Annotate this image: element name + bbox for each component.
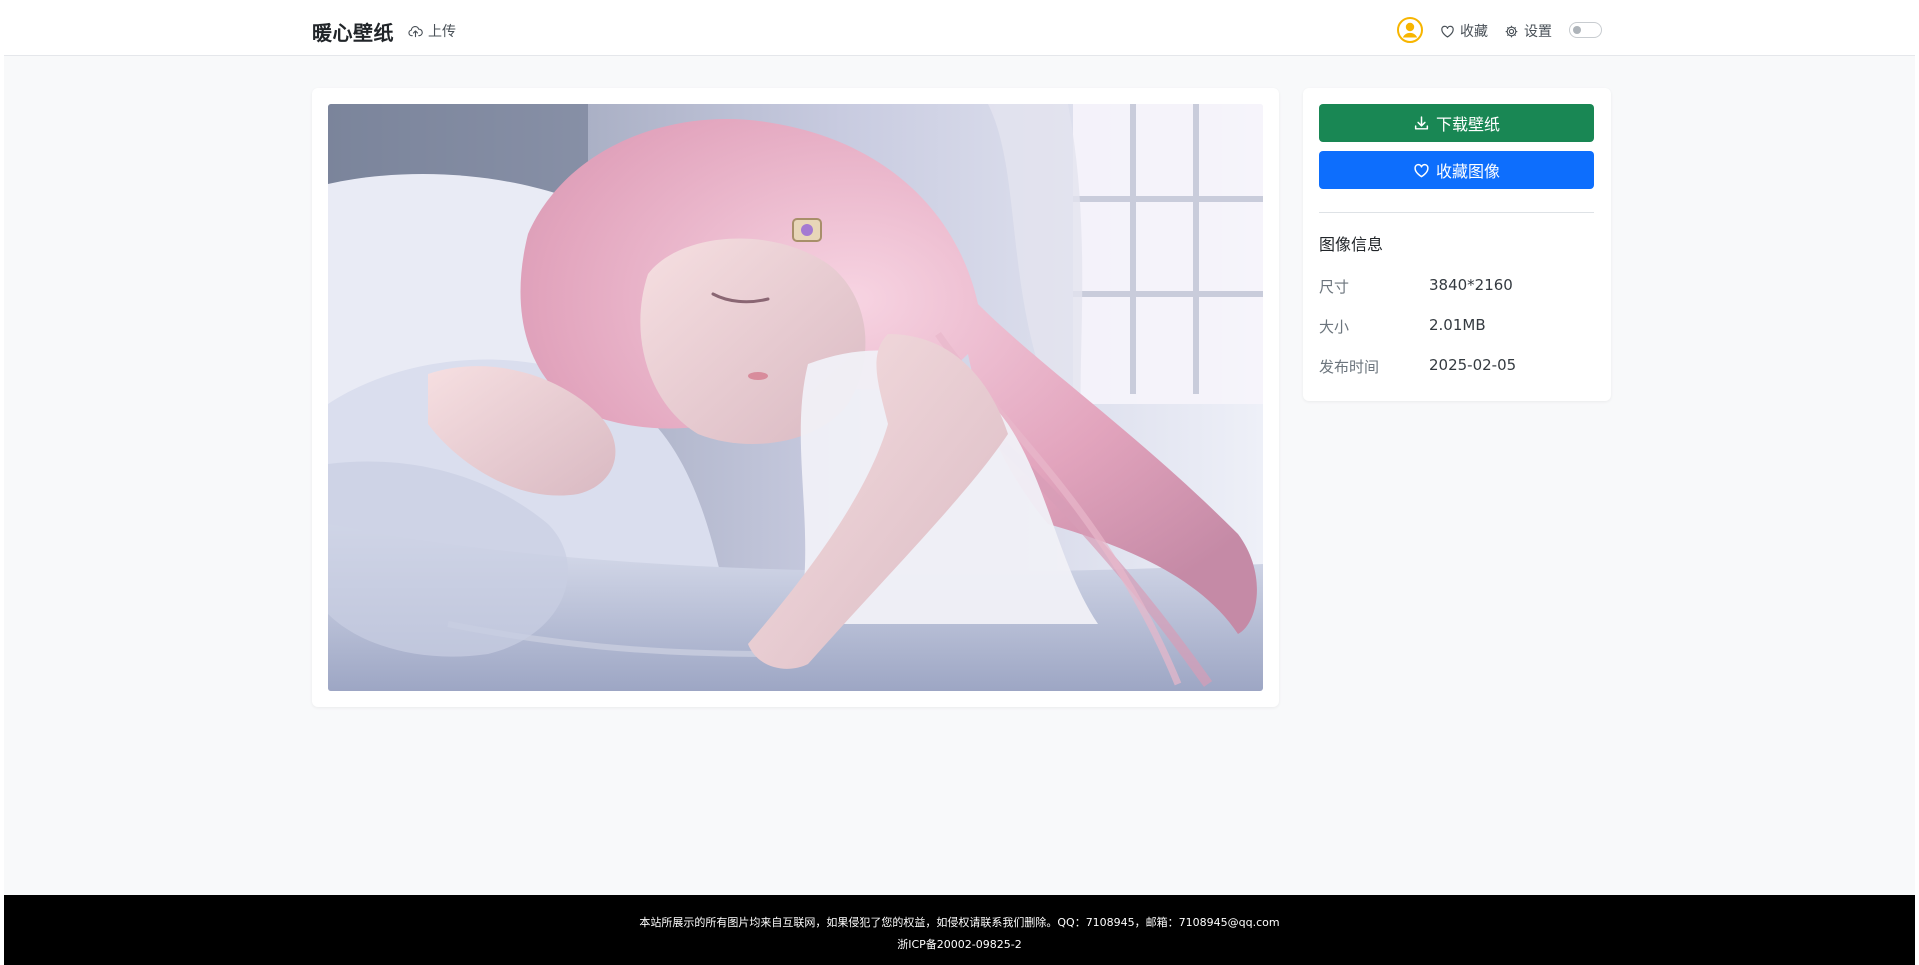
download-icon <box>1414 115 1429 130</box>
settings-label: 设置 <box>1524 24 1552 40</box>
page: 暖心壁纸 上传 收藏 设置 下载壁纸 收藏图像 图像信息 尺寸 3840*216… <box>4 3 1915 965</box>
info-row-dimensions: 尺寸 3840*2160 <box>1319 276 1594 298</box>
info-value: 3840*2160 <box>1429 276 1513 294</box>
upload-link[interactable]: 上传 <box>408 21 456 41</box>
info-label: 发布时间 <box>1319 358 1380 376</box>
heart-icon <box>1414 163 1429 177</box>
theme-toggle[interactable] <box>1569 22 1602 38</box>
info-value: 2.01MB <box>1429 316 1486 334</box>
favorite-image-button[interactable]: 收藏图像 <box>1319 151 1594 189</box>
site-brand[interactable]: 暖心壁纸 <box>312 17 394 46</box>
image-info-card: 下载壁纸 收藏图像 图像信息 尺寸 3840*2160 大小 2.01MB 发布… <box>1303 88 1611 401</box>
info-label: 大小 <box>1319 318 1350 336</box>
user-avatar[interactable] <box>1397 17 1423 43</box>
cloud-upload-icon <box>408 25 423 37</box>
footer-icp[interactable]: 浙ICP备20002-09825-2 <box>4 936 1915 952</box>
info-label: 尺寸 <box>1319 278 1350 296</box>
wallpaper-card <box>312 88 1279 707</box>
download-wallpaper-button[interactable]: 下载壁纸 <box>1319 104 1594 142</box>
footer: 本站所展示的所有图片均来自互联网，如果侵犯了您的权益，如侵权请联系我们删除。QQ… <box>4 895 1915 965</box>
info-row-publish-date: 发布时间 2025-02-05 <box>1319 356 1594 378</box>
footer-disclaimer: 本站所展示的所有图片均来自互联网，如果侵犯了您的权益，如侵权请联系我们删除。QQ… <box>639 916 1280 929</box>
info-row-size: 大小 2.01MB <box>1319 316 1594 338</box>
divider <box>1319 212 1594 213</box>
favorites-link[interactable]: 收藏 <box>1440 21 1488 41</box>
toggle-knob <box>1573 26 1581 34</box>
heart-icon <box>1441 25 1454 38</box>
info-value: 2025-02-05 <box>1429 356 1517 374</box>
download-label: 下载壁纸 <box>1435 115 1500 134</box>
navbar: 暖心壁纸 上传 收藏 设置 <box>4 3 1915 56</box>
favorite-label: 收藏图像 <box>1435 162 1500 181</box>
favorites-label: 收藏 <box>1460 24 1488 40</box>
upload-label: 上传 <box>428 24 456 40</box>
image-info-title: 图像信息 <box>1319 235 1384 254</box>
settings-link[interactable]: 设置 <box>1504 21 1552 41</box>
gear-icon <box>1505 25 1518 37</box>
wallpaper-image[interactable] <box>328 104 1263 691</box>
user-circle-icon <box>1397 17 1423 43</box>
